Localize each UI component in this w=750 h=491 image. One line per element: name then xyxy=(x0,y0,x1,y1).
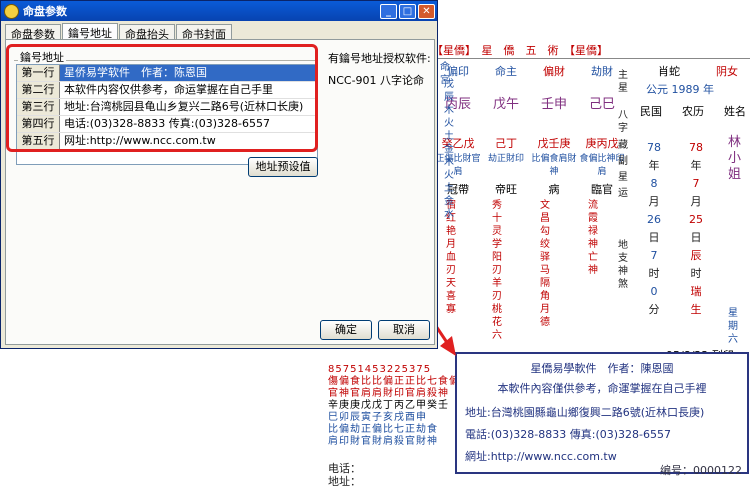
bazi-label: 八字 xyxy=(618,110,628,134)
ok-button[interactable]: 确定 xyxy=(320,320,372,340)
year-label: 公元 1989 年 xyxy=(646,83,714,96)
birth-solar: 78 年 8月 26 日 7时 0分 xyxy=(647,141,661,316)
title-bar: 命盘参数 _ □ ✕ xyxy=(1,1,437,21)
minimize-icon[interactable]: _ xyxy=(380,3,397,19)
contact-labels: 电话： 地址： xyxy=(328,462,361,488)
birth-lunar: 78 年 7月 25 日 辰时 瑞生 xyxy=(689,141,703,316)
cancel-button[interactable]: 取消 xyxy=(378,320,430,340)
chart-header: 【星僑】 星 僑 五 術 【星僑】 xyxy=(432,44,608,57)
callout-line-4: 電話:(03)328-8833 傳真:(03)328-6557 xyxy=(465,428,671,441)
app-icon xyxy=(4,3,19,19)
gender: 阴女 xyxy=(716,65,738,78)
serial-number: 编号：0000122 xyxy=(660,464,742,477)
zodiac: 肖蛇 xyxy=(658,65,680,78)
shensha-label: 地支神煞 xyxy=(618,240,628,290)
shensha-col-2: 秀十灵学阳刃羊刃桃花六 xyxy=(492,200,502,341)
callout-line-2: 本軟件內容僅供參考，命運掌握在自己手裡 xyxy=(497,382,707,395)
address-callout: 星僑易學軟件 作者：陳恩國 本軟件內容僅供參考，命運掌握在自己手裡 地址:台灣桃… xyxy=(455,352,749,474)
license-label: 有鑰号地址授权软件: xyxy=(328,52,431,65)
stems-top-row: 偏印 命主 偏財 劫財 xyxy=(447,65,613,78)
name-label: 姓名 xyxy=(724,105,746,118)
life-stage-row: 冠帶 帝旺 病 臨官 xyxy=(447,183,613,196)
license-value: NCC-901 八字论命 xyxy=(328,74,425,87)
zang-label: 藏 xyxy=(618,140,628,151)
left-elements-col: 戊辰木火土金木火土金水 xyxy=(444,79,454,220)
close-icon[interactable]: ✕ xyxy=(418,3,435,19)
license-info: 有鑰号地址授权软件: NCC-901 八字论命 xyxy=(328,48,431,92)
preset-address-button[interactable]: 地址预设值 xyxy=(248,157,318,177)
shensha-col-3: 文昌勾绞驿马隔角月德 xyxy=(540,200,550,328)
pillars-row: 丙辰 戊午 壬申 己巳 xyxy=(444,97,615,112)
cal-nongli: 农历 xyxy=(682,105,704,118)
xing-label: 星 xyxy=(618,172,628,183)
fu-label: 副 xyxy=(618,156,628,167)
weekday: 星期六 xyxy=(728,308,738,345)
person-name: 林小姐 xyxy=(728,135,742,182)
highlight-box xyxy=(6,44,318,152)
dayun-table: 85751453225375 傷偏食比比偏正正比七食偏 官神官肩肩財印官肩殺神 … xyxy=(328,364,460,447)
callout-line-3: 地址:台灣桃園縣龜山鄉復興二路6號(近林口長庚) xyxy=(465,406,705,419)
maximize-icon[interactable]: □ xyxy=(399,3,416,19)
hidden-stems-row: 癸乙戊 己丁 戊壬庚 庚丙戊 xyxy=(441,137,619,150)
dialog-title: 命盘参数 xyxy=(23,5,67,18)
shensha-col-4: 流霞禄神亡神 xyxy=(588,200,598,276)
callout-line-1: 星僑易學軟件 作者：陳恩國 xyxy=(530,362,674,375)
yun-label: 运 xyxy=(618,188,628,199)
zhuxing-label: 主星 xyxy=(618,70,628,94)
hidden-gods-row: 正傷比財官肩 劫正財印 比偏食肩財神 食偏比神印肩 xyxy=(435,154,625,177)
cal-minguo: 民国 xyxy=(640,105,662,118)
